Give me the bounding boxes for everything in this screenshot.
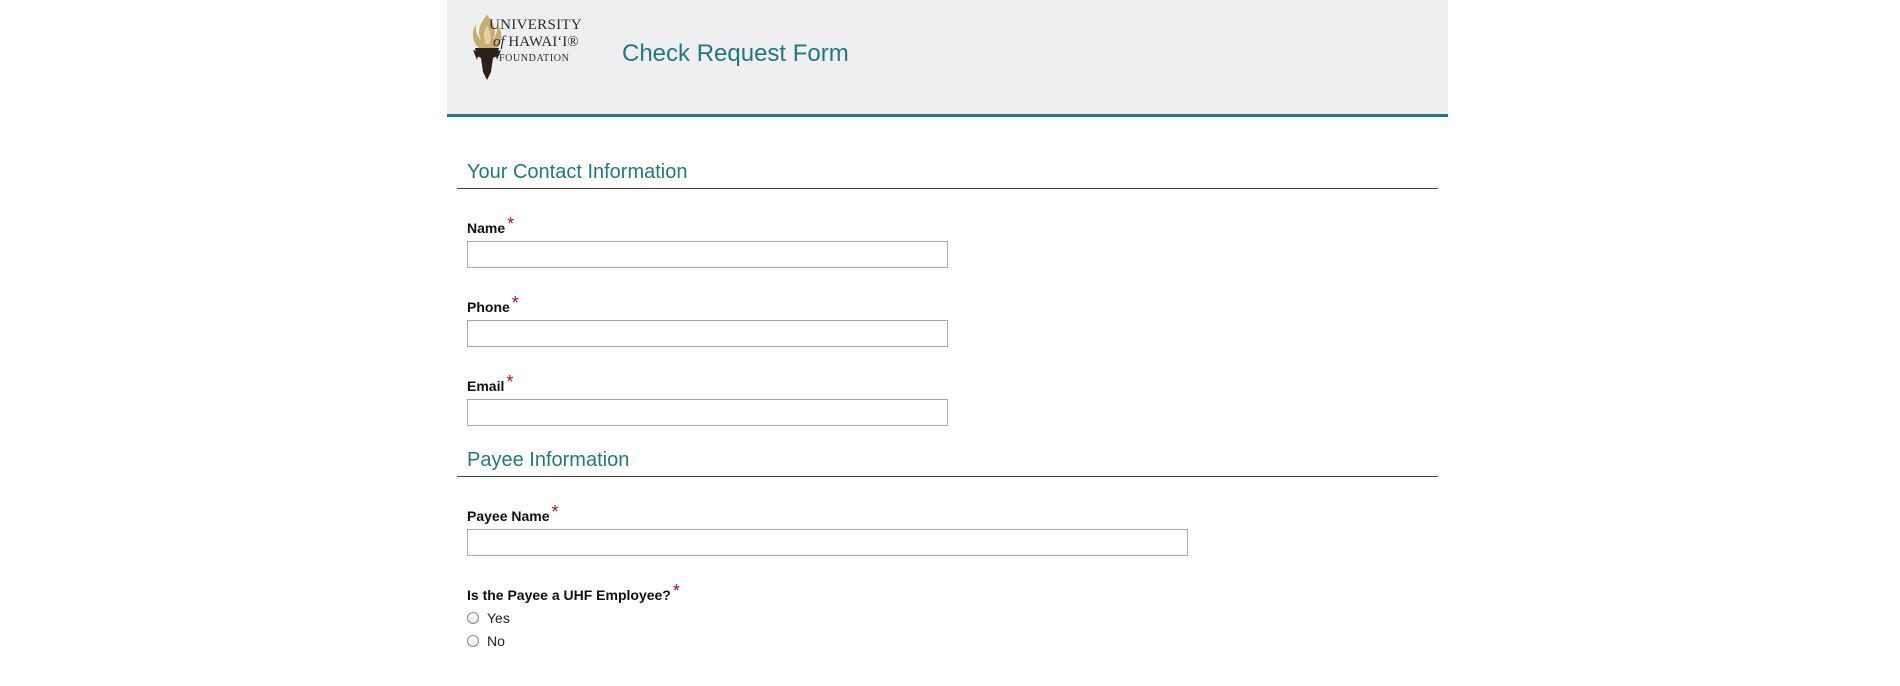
radio-option-no[interactable]: No — [467, 632, 1448, 649]
radio-label-no: No — [487, 632, 505, 649]
logo-hawaii: HAWAI‘I® — [508, 34, 579, 50]
phone-field-group: Phone * — [447, 293, 1448, 347]
required-marker: * — [511, 293, 519, 313]
required-marker: * — [506, 372, 514, 392]
email-field-group: Email * — [447, 372, 1448, 426]
payee-name-field-group: Payee Name * — [447, 502, 1448, 556]
radio-button-no[interactable] — [467, 634, 479, 647]
section-title-payee: Payee Information — [457, 449, 1438, 477]
radio-label-yes: Yes — [487, 609, 510, 626]
phone-input[interactable] — [467, 320, 948, 347]
required-marker: * — [551, 502, 559, 522]
section-title-contact: Your Contact Information — [457, 161, 1438, 189]
payee-section: Payee Information Payee Name * Is the Pay… — [447, 449, 1448, 649]
logo-of: of — [493, 34, 505, 50]
contact-section: Your Contact Information Name * Phone * Em… — [447, 161, 1448, 426]
uhf-employee-label: Is the Payee a UHF Employee? * — [467, 581, 1448, 603]
uhf-employee-field-group: Is the Payee a UHF Employee? * Yes No — [447, 581, 1448, 649]
name-input[interactable] — [467, 241, 948, 268]
uhf-employee-label-text: Is the Payee a UHF Employee? — [467, 587, 671, 603]
name-label-text: Name — [467, 220, 506, 236]
email-input[interactable] — [467, 399, 948, 426]
payee-name-input[interactable] — [467, 529, 1188, 556]
logo-wordmark: UNIVERSITY of HAWAI‘I® FOUNDATION — [489, 18, 582, 64]
required-marker: * — [507, 214, 515, 234]
logo-line-foundation: FOUNDATION — [499, 53, 570, 64]
payee-name-label: Payee Name * — [467, 502, 1448, 524]
required-marker: * — [672, 581, 680, 601]
radio-option-yes[interactable]: Yes — [467, 609, 1448, 626]
name-label: Name * — [467, 214, 1448, 236]
name-field-group: Name * — [447, 214, 1448, 268]
logo-line-university: UNIVERSITY — [489, 17, 582, 33]
form-header: UNIVERSITY of HAWAI‘I® FOUNDATION Check … — [447, 0, 1448, 117]
phone-label-text: Phone — [467, 299, 510, 315]
email-label-text: Email — [467, 378, 505, 394]
page-title: Check Request Form — [622, 40, 849, 67]
email-label: Email * — [467, 372, 1448, 394]
radio-button-yes[interactable] — [467, 611, 479, 624]
payee-name-label-text: Payee Name — [467, 508, 550, 524]
logo-line-hawaii: of HAWAI‘I® — [489, 35, 582, 50]
phone-label: Phone * — [467, 293, 1448, 315]
page-container: UNIVERSITY of HAWAI‘I® FOUNDATION Check … — [447, 0, 1448, 649]
